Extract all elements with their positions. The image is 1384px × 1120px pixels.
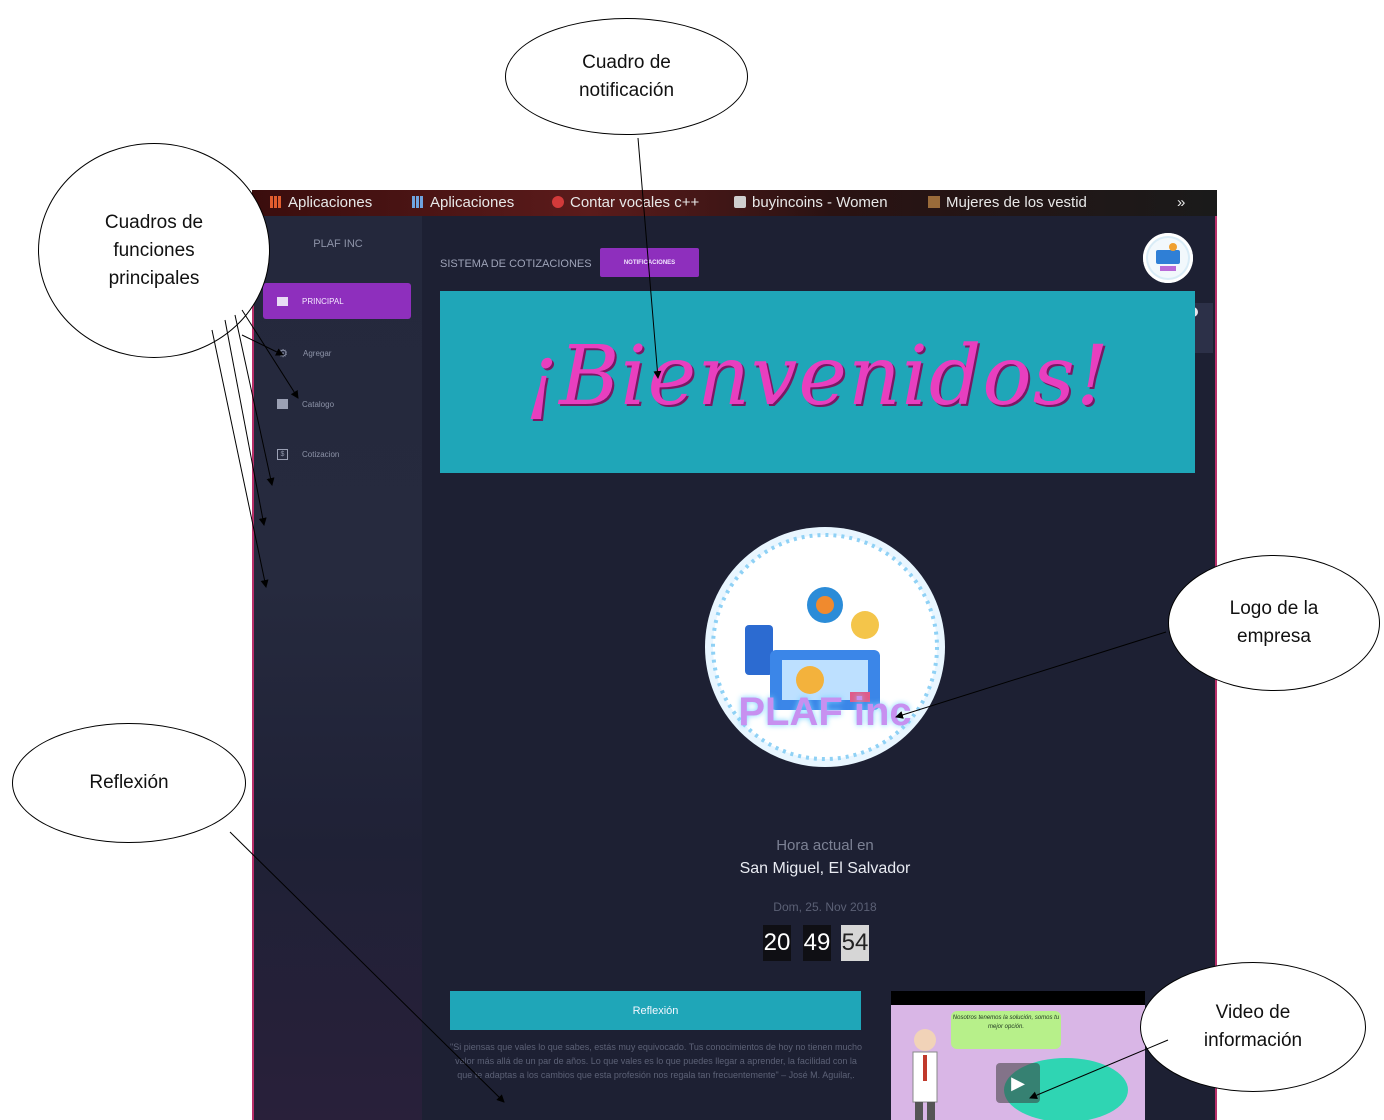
bookmark-bar: Aplicaciones Aplicaciones Contar vocales… (252, 190, 1217, 216)
book-icon (277, 399, 288, 409)
clock-hours: 20 (763, 925, 791, 961)
bookmark-apps-2[interactable]: Aplicaciones (412, 194, 514, 211)
sidebar-item-cotizacion[interactable]: $ Cotizacion (263, 436, 411, 472)
sidebar-item-principal[interactable]: PRINCIPAL (263, 283, 411, 319)
info-video[interactable]: Nosotros tenemos la solución, somos tu m… (891, 991, 1145, 1120)
callout-info-video: Video de información (1140, 962, 1366, 1092)
callout-company-logo: Logo de la empresa (1168, 555, 1380, 691)
system-title: SISTEMA DE COTIZACIONES (440, 258, 592, 270)
grid-icon (277, 296, 288, 306)
play-icon[interactable]: ▶ (996, 1063, 1040, 1103)
bookmark-icon (552, 196, 564, 208)
bookmark-buyincoins[interactable]: buyincoins - Women (734, 194, 888, 211)
welcome-text: ¡Bienvenidos! (525, 329, 1110, 424)
bookmark-overflow-button[interactable]: » (1177, 194, 1185, 211)
apps-grid-icon (270, 196, 282, 208)
dollar-icon: $ (277, 448, 288, 460)
presenter-figure (912, 1029, 938, 1120)
company-logo: PLAF inc (700, 520, 950, 775)
clock-minutes: 49 (803, 925, 831, 961)
bookmark-apps-1[interactable]: Aplicaciones (270, 194, 372, 211)
sidebar-item-catalogo[interactable]: Catalogo (263, 386, 411, 422)
notifications-button[interactable]: NOTIFICACIONES (600, 248, 699, 277)
sidebar: PLAF INC PRINCIPAL ⚙ Agregar Catalogo $ … (254, 216, 422, 1120)
reflection-text: "Si piensas que vales lo que sabes, está… (450, 1042, 862, 1080)
bookmark-icon (928, 196, 940, 208)
welcome-banner: ¡Bienvenidos! (440, 291, 1195, 473)
clock-date: Dom, 25. Nov 2018 (773, 900, 877, 914)
avatar-logo-icon (1148, 238, 1188, 278)
clock-city: San Miguel, El Salvador (739, 860, 911, 877)
video-speech-bubble: Nosotros tenemos la solución, somos tu m… (951, 1011, 1061, 1049)
avatar[interactable] (1143, 233, 1193, 283)
sidebar-brand: PLAF INC (313, 238, 363, 250)
bookmark-icon (734, 196, 746, 208)
company-logo-icon (705, 527, 945, 767)
logo-text: PLAF inc (738, 690, 912, 734)
sidebar-item-agregar[interactable]: ⚙ Agregar (263, 335, 411, 371)
callout-main-functions: Cuadros de funciones principales (38, 143, 270, 358)
clock-label: Hora actual en (776, 837, 874, 854)
bookmark-contar-vocales[interactable]: Contar vocales c++ (552, 194, 699, 211)
gear-icon: ⚙ (278, 347, 288, 360)
callout-reflection: Reflexión (12, 723, 246, 843)
reflection-button[interactable]: Reflexión (450, 991, 861, 1030)
apps-grid-icon (412, 196, 424, 208)
bookmark-mujeres[interactable]: Mujeres de los vestid (928, 194, 1087, 211)
callout-notification-box: Cuadro de notificación (505, 18, 748, 135)
video-frame: Nosotros tenemos la solución, somos tu m… (891, 1005, 1145, 1120)
clock-seconds: 54 (841, 925, 869, 961)
